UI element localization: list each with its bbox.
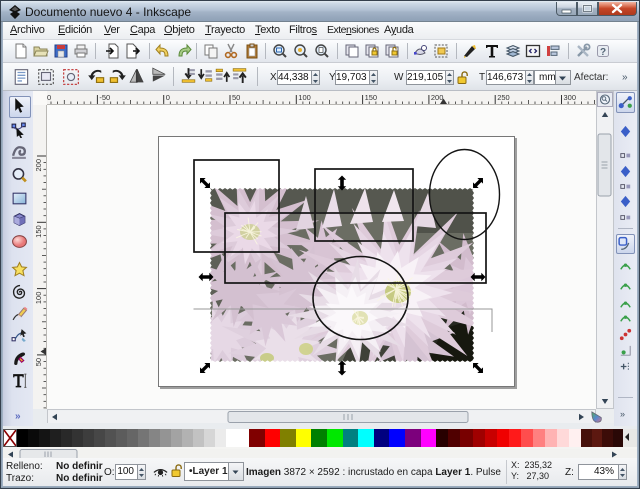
- svg-text:0: 0: [47, 93, 51, 102]
- svg-text:50: 50: [232, 93, 240, 102]
- svg-text:100: 100: [298, 93, 311, 102]
- svg-text:250: 250: [497, 93, 510, 102]
- svg-text:50: 50: [34, 358, 43, 366]
- svg-text:-50: -50: [99, 93, 110, 102]
- svg-text:200: 200: [431, 93, 444, 102]
- svg-text:?: ?: [600, 47, 606, 58]
- svg-text:150: 150: [365, 93, 378, 102]
- svg-text:200: 200: [34, 159, 43, 172]
- svg-text:150: 150: [34, 225, 43, 238]
- svg-text:100: 100: [34, 292, 43, 305]
- svg-text:0: 0: [166, 93, 170, 102]
- svg-text:300: 300: [564, 93, 577, 102]
